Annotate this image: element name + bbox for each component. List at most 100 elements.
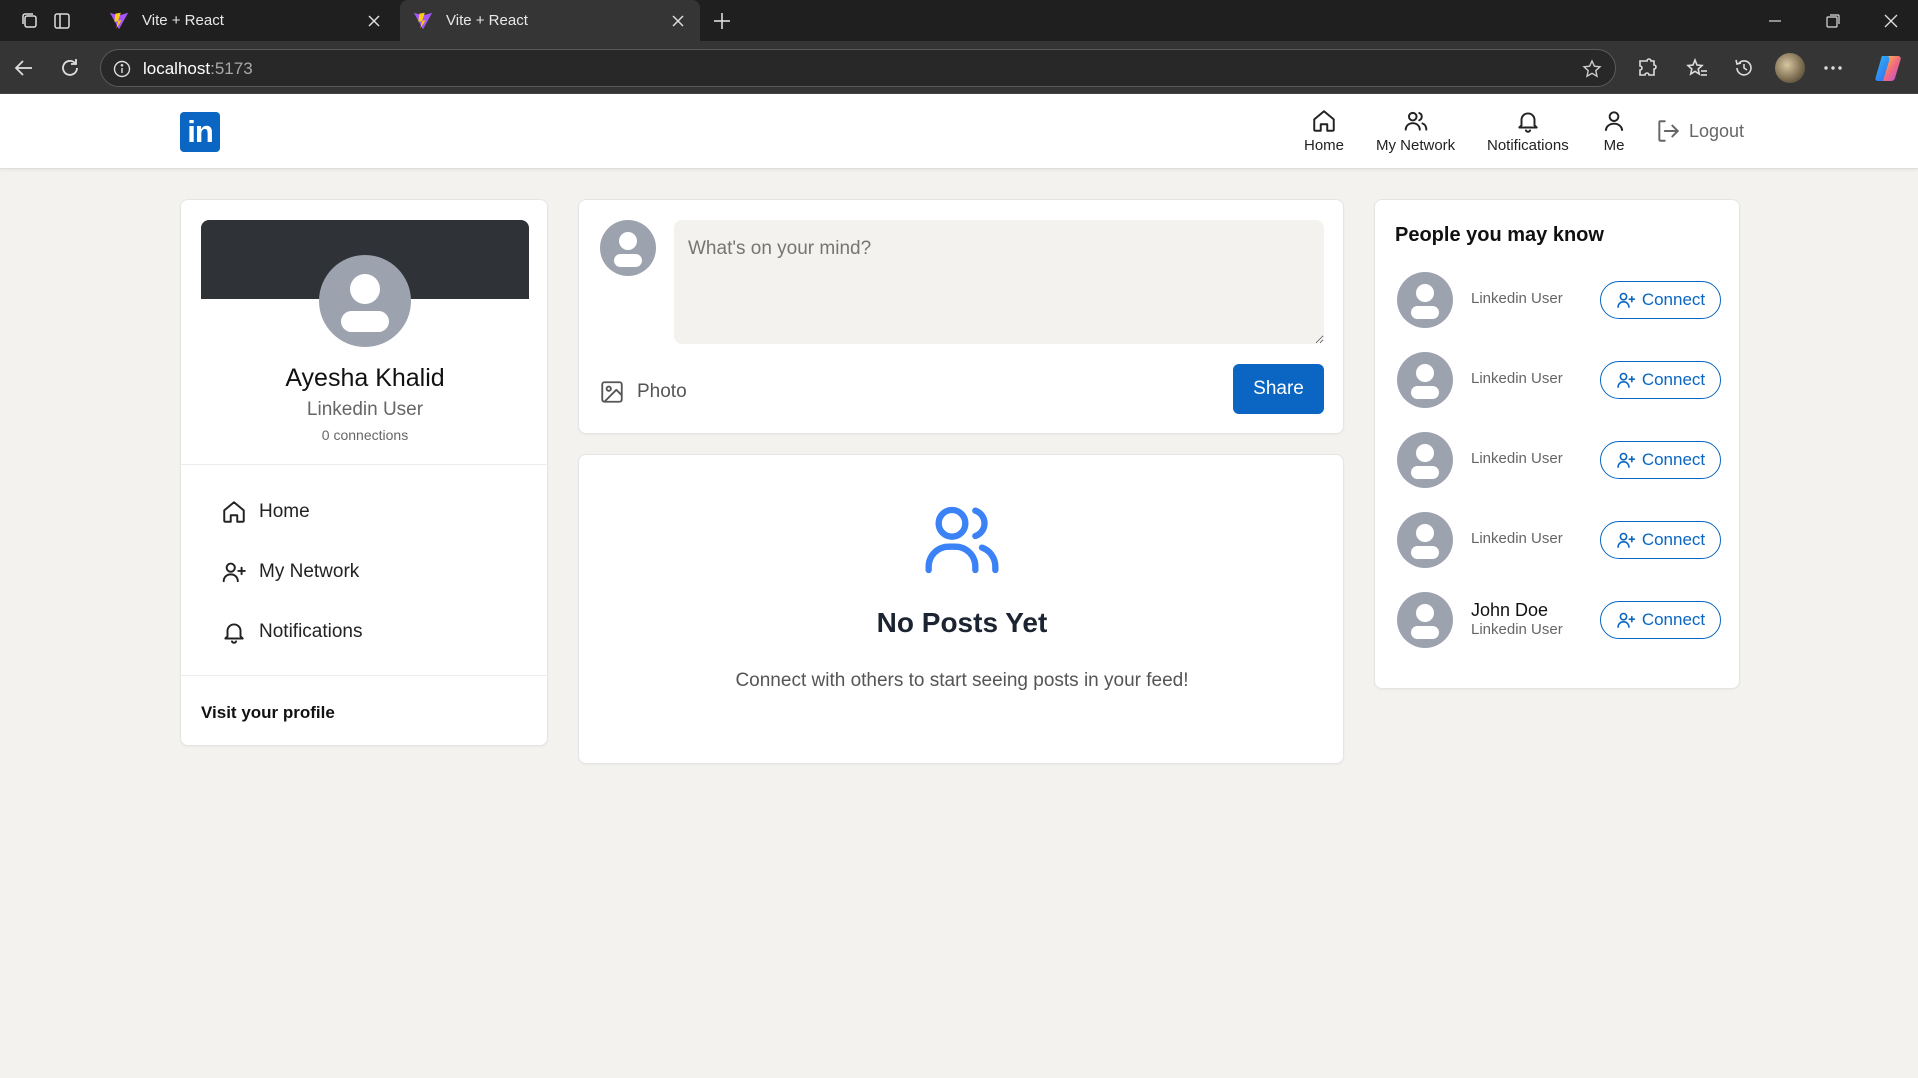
pymk-title: People you may know <box>1395 224 1604 246</box>
post-composer: Photo Share <box>578 199 1344 434</box>
user-plus-icon <box>1617 292 1635 308</box>
suggestion-avatar[interactable] <box>1397 432 1453 488</box>
share-button[interactable]: Share <box>1233 364 1324 414</box>
post-input[interactable] <box>674 220 1324 344</box>
suggestion-headline: Linkedin User <box>1471 450 1563 467</box>
user-plus-icon <box>1617 372 1635 388</box>
reload-icon[interactable] <box>55 53 85 83</box>
tab-actions-icon[interactable] <box>49 8 75 34</box>
home-icon <box>223 501 245 523</box>
bell-icon <box>224 623 244 644</box>
nav-notifications-label: Notifications <box>1487 137 1569 154</box>
suggestion-name[interactable]: John Doe <box>1471 600 1548 621</box>
add-photo-label: Photo <box>637 381 687 402</box>
sidebar-item-home[interactable]: Home <box>221 499 310 525</box>
profile-headline: Linkedin User <box>306 399 424 420</box>
suggestion-headline: Linkedin User <box>1471 530 1563 547</box>
vite-favicon-icon <box>109 12 129 29</box>
sidebar-item-notifications[interactable]: Notifications <box>221 619 363 645</box>
minimize-icon[interactable] <box>1760 6 1790 36</box>
user-plus-icon <box>1617 612 1635 628</box>
tab-title: Vite + React <box>446 12 528 29</box>
divider <box>181 675 549 676</box>
nav-my-network-label: My Network <box>1376 137 1456 154</box>
suggestion-avatar[interactable] <box>1397 352 1453 408</box>
nav-me[interactable]: Me <box>1601 108 1627 154</box>
address-bar[interactable]: localhost:5173 <box>100 49 1616 87</box>
sidebar-item-my-network[interactable]: My Network <box>221 559 359 585</box>
image-icon <box>601 381 623 403</box>
add-photo-button[interactable]: Photo <box>599 379 687 405</box>
new-tab-icon[interactable] <box>708 7 736 35</box>
suggestion-avatar[interactable] <box>1397 512 1453 568</box>
user-plus-icon <box>1617 532 1635 548</box>
nav-home[interactable]: Home <box>1304 108 1344 154</box>
back-icon[interactable] <box>9 53 39 83</box>
visit-profile-link[interactable]: Visit your profile <box>201 703 335 723</box>
close-window-icon[interactable] <box>1876 6 1906 36</box>
users-icon <box>925 506 999 574</box>
divider <box>181 464 549 465</box>
url-text: localhost:5173 <box>143 59 253 78</box>
connect-label: Connect <box>1641 290 1706 309</box>
browser-tab[interactable]: Vite + React <box>96 0 396 41</box>
history-icon[interactable] <box>1729 53 1759 83</box>
connect-button[interactable]: Connect <box>1600 601 1721 639</box>
nav-notifications[interactable]: Notifications <box>1487 108 1569 154</box>
sidebar-item-label: Notifications <box>259 621 363 642</box>
connect-button[interactable]: Connect <box>1600 521 1721 559</box>
tab-title: Vite + React <box>142 12 224 29</box>
logout-label: Logout <box>1689 120 1745 141</box>
nav-home-label: Home <box>1304 137 1345 154</box>
suggestion-headline: Linkedin User <box>1471 621 1563 638</box>
connect-button[interactable]: Connect <box>1600 281 1721 319</box>
user-plus-icon <box>222 562 246 583</box>
empty-feed-subtitle: Connect with others to start seeing post… <box>735 670 1189 691</box>
user-plus-icon <box>1617 452 1635 468</box>
browser-tab-active[interactable]: Vite + React <box>400 0 700 41</box>
sidebar-item-label: My Network <box>259 561 360 582</box>
app-header: in Home My Network Notifications Me Logo… <box>0 94 1918 169</box>
profile-name: Ayesha Khalid <box>285 364 445 392</box>
more-options-icon[interactable] <box>1818 53 1848 83</box>
vite-favicon-icon <box>413 12 433 29</box>
profile-avatar[interactable] <box>319 255 411 347</box>
home-icon <box>1313 110 1335 132</box>
favorites-icon[interactable] <box>1682 53 1712 83</box>
browser-profile-avatar[interactable] <box>1775 53 1805 83</box>
browser-toolbar: localhost:5173 <box>0 41 1918 94</box>
connect-button[interactable]: Connect <box>1600 441 1721 479</box>
close-tab-icon[interactable] <box>362 9 386 33</box>
suggestion-item: Linkedin User Connect <box>1395 270 1721 330</box>
connect-label: Connect <box>1641 450 1706 469</box>
suggestion-headline: Linkedin User <box>1471 370 1563 387</box>
connect-label: Connect <box>1641 610 1706 629</box>
extensions-icon[interactable] <box>1632 53 1662 83</box>
user-icon <box>1604 111 1624 131</box>
logout-button[interactable]: Logout <box>1655 118 1744 144</box>
suggestion-item: Linkedin User Connect <box>1395 430 1721 490</box>
bell-icon <box>1518 112 1538 133</box>
suggestion-avatar[interactable] <box>1397 272 1453 328</box>
workspaces-icon[interactable] <box>17 8 43 34</box>
restore-icon[interactable] <box>1818 6 1848 36</box>
logout-icon <box>1658 120 1679 142</box>
copilot-icon[interactable] <box>1873 52 1905 84</box>
suggestion-item: John Doe Linkedin User Connect <box>1395 590 1721 650</box>
connect-button[interactable]: Connect <box>1600 361 1721 399</box>
profile-connections: 0 connections <box>321 427 409 443</box>
composer-avatar <box>600 220 656 276</box>
browser-tab-strip: Vite + React Vite + React <box>0 0 1918 41</box>
suggestion-item: Linkedin User Connect <box>1395 510 1721 570</box>
people-you-may-know-card: People you may know Linkedin User Connec… <box>1374 199 1740 689</box>
nav-my-network[interactable]: My Network <box>1376 108 1455 154</box>
suggestion-avatar[interactable] <box>1397 592 1453 648</box>
profile-card: Ayesha Khalid Linkedin User 0 connection… <box>180 199 549 746</box>
favorite-star-icon[interactable] <box>1581 58 1603 80</box>
connect-label: Connect <box>1641 530 1706 549</box>
empty-feed-card: No Posts Yet Connect with others to star… <box>578 454 1344 764</box>
site-info-icon[interactable] <box>111 58 133 80</box>
linkedin-logo[interactable]: in <box>180 112 220 152</box>
close-tab-icon[interactable] <box>666 9 690 33</box>
users-icon <box>1404 111 1427 131</box>
